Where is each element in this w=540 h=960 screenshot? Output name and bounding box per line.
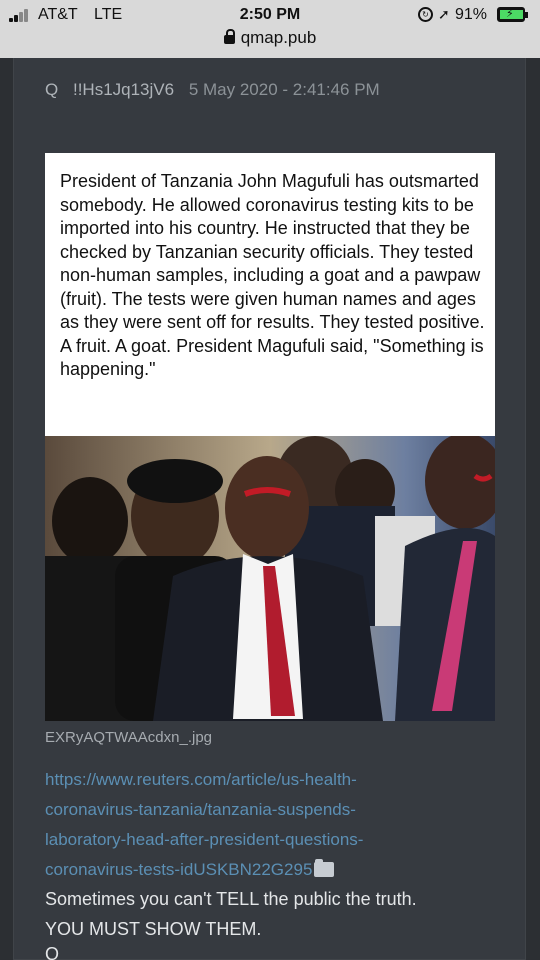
post-image[interactable]: President of Tanzania John Magufuli has … [45,153,495,721]
author-label: Q [45,80,59,99]
folder-icon[interactable] [314,859,335,877]
address-bar[interactable]: qmap.pub [0,28,540,52]
post-date: 5 May 2020 - 2:41:46 PM [188,80,380,99]
link-line[interactable]: https://www.reuters.com/article/us-healt… [45,765,485,795]
battery-percent: 91% [455,6,488,23]
status-bar: AT&T LTE 2:50 PM ↻ ➚ 91% ⚡ qmap.pub [0,0,540,58]
url-text[interactable]: qmap.pub [241,28,317,47]
post-header: Q !!Hs1Jq13jV6 5 May 2020 - 2:41:46 PM [45,80,380,100]
location-icon: ➚ [438,6,450,22]
message-line: Sometimes you can't TELL the public the … [45,889,417,909]
tripcode: !!Hs1Jq13jV6 [72,80,175,99]
image-caption-text: President of Tanzania John Magufuli has … [60,171,485,379]
photo [45,436,495,721]
lock-icon [223,29,235,44]
link-line[interactable]: coronavirus-tests-idUSKBN22G295 [45,860,312,879]
link-line[interactable]: laboratory-head-after-president-question… [45,825,485,855]
image-filename[interactable]: EXRyAQTWAAcdxn_.jpg [45,729,212,746]
post-signature: Q [45,944,60,960]
link-line[interactable]: coronavirus-tanzania/tanzania-suspends- [45,795,485,825]
post-message: Sometimes you can't TELL the public the … [45,884,495,944]
battery-charging-icon: ⚡ [497,7,528,22]
message-line: YOU MUST SHOW THEM. [45,919,262,939]
rotation-lock-icon: ↻ [418,7,433,22]
reuters-link[interactable]: https://www.reuters.com/article/us-healt… [45,765,485,885]
status-row: AT&T LTE 2:50 PM ↻ ➚ 91% ⚡ [0,3,540,29]
